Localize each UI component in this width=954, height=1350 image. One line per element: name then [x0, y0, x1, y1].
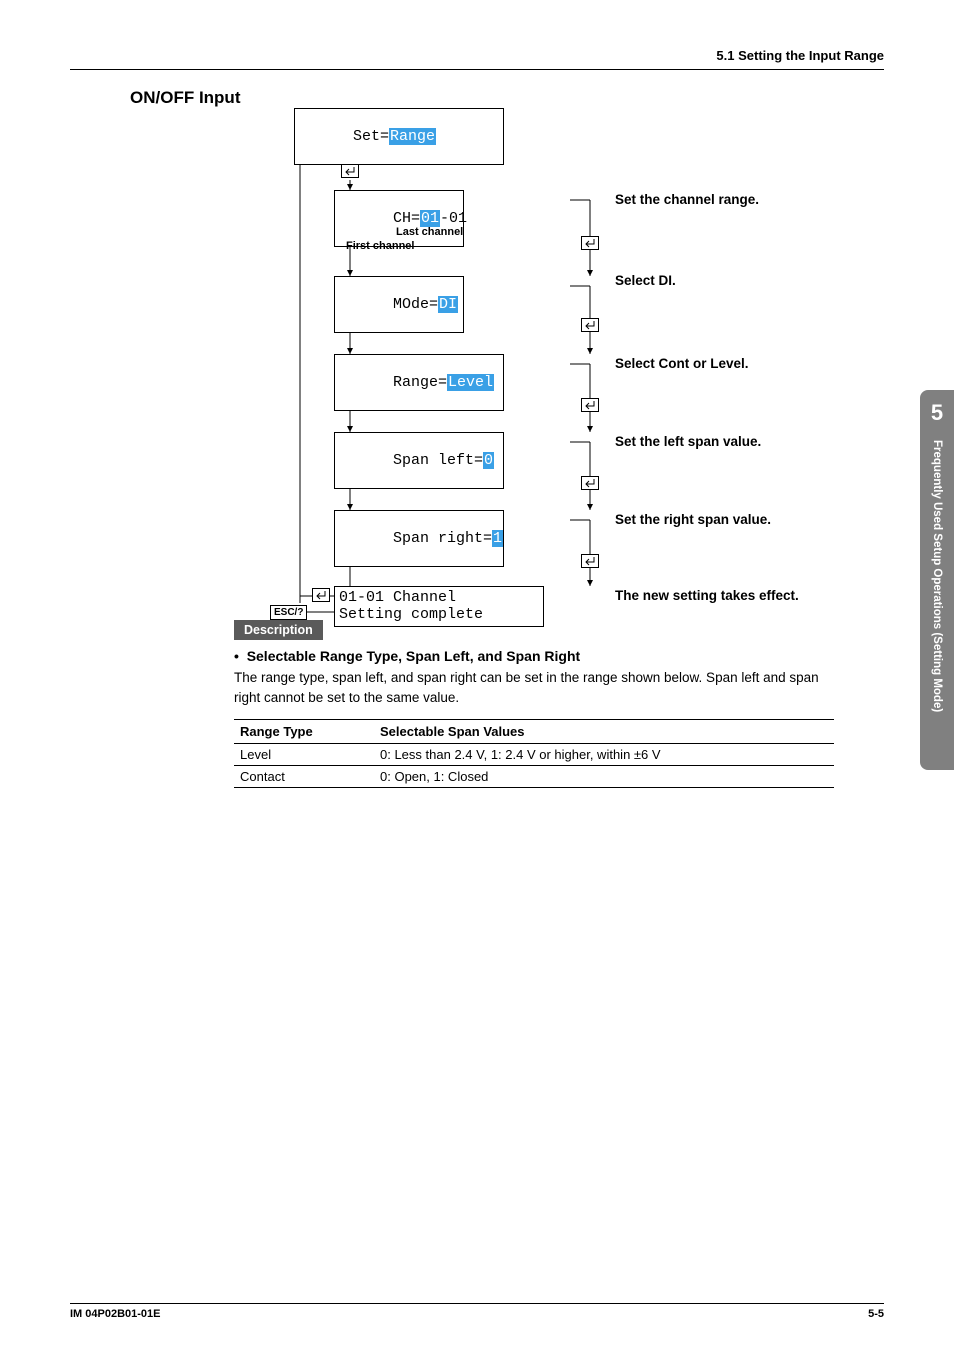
first-channel-label: First channel	[346, 240, 414, 252]
set-value: Range	[389, 128, 436, 145]
esc-key: ESC/?	[270, 605, 307, 620]
side-tab: 5 Frequently Used Setup Operations (Sett…	[920, 390, 954, 770]
flow-diagram: Set=Range CH=01-01 Set the channel range…	[290, 108, 910, 628]
section-title: ON/OFF Input	[130, 88, 884, 108]
range-value: Level	[447, 374, 494, 391]
desc-bullet-title: • Selectable Range Type, Span Left, and …	[234, 648, 834, 664]
enter-icon	[581, 554, 599, 568]
table-row: Level 0: Less than 2.4 V, 1: 2.4 V or hi…	[234, 744, 834, 766]
enter-icon	[312, 588, 330, 602]
channel-box: CH=01-01	[334, 190, 464, 247]
spanl-prefix: Span left=	[393, 452, 483, 469]
chapter-number: 5	[920, 400, 954, 426]
span-right-box: Span right=1	[334, 510, 504, 567]
cell: Contact	[234, 766, 374, 788]
span-left-box: Span left=0	[334, 432, 504, 489]
result-line1: 01-01 Channel	[339, 589, 456, 606]
cell: 0: Less than 2.4 V, 1: 2.4 V or higher, …	[374, 744, 834, 766]
side-tab-label: Frequently Used Setup Operations (Settin…	[931, 440, 943, 740]
description-block: Description • Selectable Range Type, Spa…	[234, 620, 834, 788]
enter-icon	[581, 398, 599, 412]
range-caption: Select Cont or Level.	[615, 356, 749, 371]
ch-caption: Set the channel range.	[615, 192, 759, 207]
last-channel-label: Last channel	[396, 226, 463, 238]
mode-box: MOde=DI	[334, 276, 464, 333]
result-caption: The new setting takes effect.	[615, 588, 799, 603]
ch-hl: 01	[420, 210, 440, 227]
mode-value: DI	[438, 296, 458, 313]
range-prefix: Range=	[393, 374, 447, 391]
enter-icon	[581, 236, 599, 250]
footer-right: 5-5	[868, 1308, 884, 1320]
spanr-caption: Set the right span value.	[615, 512, 771, 527]
spec-table: Range Type Selectable Span Values Level …	[234, 719, 834, 788]
ch-suffix: -01	[440, 210, 467, 227]
range-box: Range=Level	[334, 354, 504, 411]
enter-icon	[581, 318, 599, 332]
spanl-value: 0	[483, 452, 494, 469]
footer-left: IM 04P02B01-01E	[70, 1308, 161, 1320]
breadcrumb: 5.1 Setting the Input Range	[70, 48, 884, 70]
page-footer: IM 04P02B01-01E 5-5	[70, 1303, 884, 1320]
mode-caption: Select DI.	[615, 273, 676, 288]
cell: 0: Open, 1: Closed	[374, 766, 834, 788]
set-prefix: Set=	[353, 128, 389, 145]
desc-bullet-text: Selectable Range Type, Span Left, and Sp…	[247, 648, 580, 664]
cell: Level	[234, 744, 374, 766]
th-range-type: Range Type	[234, 720, 374, 744]
th-span-values: Selectable Span Values	[374, 720, 834, 744]
enter-icon	[341, 164, 359, 178]
enter-icon	[581, 476, 599, 490]
table-row: Contact 0: Open, 1: Closed	[234, 766, 834, 788]
spanl-caption: Set the left span value.	[615, 434, 761, 449]
table-header-row: Range Type Selectable Span Values	[234, 720, 834, 744]
spanr-prefix: Span right=	[393, 530, 492, 547]
spanr-value: 1	[492, 530, 503, 547]
ch-prefix: CH=	[393, 210, 420, 227]
mode-prefix: MOde=	[393, 296, 438, 313]
set-box: Set=Range	[294, 108, 504, 165]
desc-body: The range type, span left, and span righ…	[234, 668, 834, 707]
description-chip: Description	[234, 620, 323, 640]
